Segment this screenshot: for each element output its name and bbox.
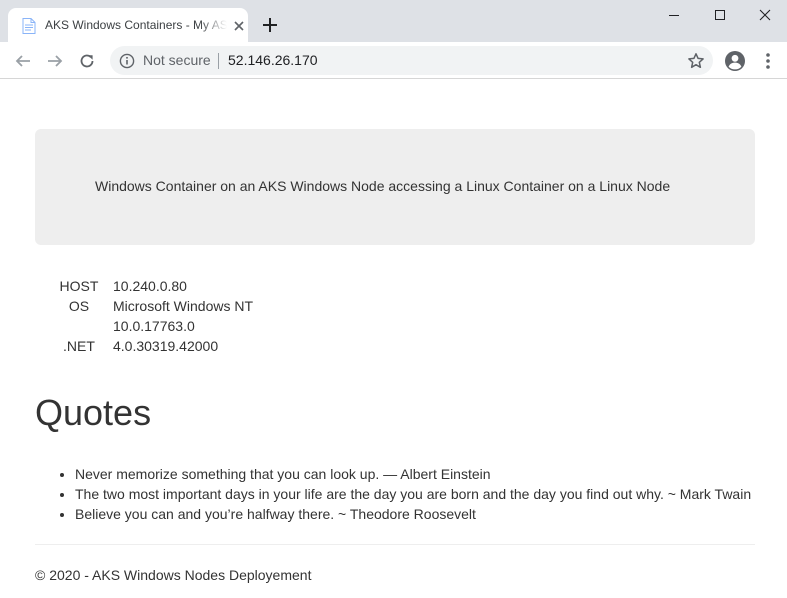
maximize-button[interactable]: [697, 0, 743, 30]
address-bar[interactable]: Not secure 52.146.26.170: [110, 46, 713, 75]
close-window-button[interactable]: [742, 0, 787, 30]
info-value: Microsoft Windows NT: [113, 298, 254, 314]
back-button[interactable]: [12, 50, 34, 72]
document-icon: [22, 18, 36, 34]
info-row: .NET 4.0.30319.42000: [45, 336, 253, 356]
footer-copyright: © 2020 - AKS Windows Nodes Deployement: [35, 567, 312, 583]
maximize-icon: [715, 10, 725, 20]
reload-button[interactable]: [76, 50, 98, 72]
forward-button[interactable]: [44, 50, 66, 72]
info-row: OS Microsoft Windows NT: [45, 296, 253, 316]
minimize-button[interactable]: [651, 0, 697, 30]
jumbotron-text: Windows Container on an AKS Windows Node…: [95, 178, 671, 194]
browser-tab[interactable]: AKS Windows Containers - My ASP.NET Appl…: [8, 8, 248, 42]
arrow-left-icon: [15, 55, 30, 67]
footer-divider: [35, 544, 755, 545]
omnibox-divider: [218, 53, 219, 69]
browser-toolbar: Not secure 52.146.26.170: [0, 42, 787, 79]
quotes-heading: Quotes: [35, 392, 152, 433]
host-info-table: HOST 10.240.0.80 OS Microsoft Windows NT 10.…: [45, 276, 253, 356]
info-key: .NET: [63, 338, 95, 354]
info-row: 10.0.17763.0: [45, 316, 253, 336]
info-key: OS: [68, 298, 90, 314]
minimize-icon: [669, 15, 679, 16]
kebab-menu-icon[interactable]: [760, 51, 776, 71]
plus-icon[interactable]: [261, 16, 279, 34]
close-window-icon: [759, 9, 771, 21]
jumbotron: Windows Container on an AKS Windows Node…: [35, 129, 755, 245]
info-value: 10.240.0.80: [113, 278, 187, 294]
url-text[interactable]: 52.146.26.170: [228, 52, 318, 69]
arrow-right-icon: [48, 55, 63, 67]
reload-icon: [80, 54, 94, 68]
star-icon[interactable]: [687, 52, 705, 70]
security-label[interactable]: Not secure: [143, 52, 211, 69]
tab-title: AKS Windows Containers - My ASP.NET Appl…: [45, 18, 227, 32]
info-value: 4.0.30319.42000: [113, 338, 219, 354]
info-key: HOST: [59, 278, 99, 294]
info-key: [45, 316, 113, 336]
account-icon[interactable]: [724, 50, 746, 72]
page-content: Windows Container on an AKS Windows Node…: [0, 80, 787, 598]
info-icon[interactable]: [119, 53, 135, 69]
quote-item: Believe you can and you’re halfway there…: [75, 504, 775, 524]
quotes-list: Never memorize something that you can lo…: [75, 464, 775, 524]
info-value: 10.0.17763.0: [113, 318, 195, 334]
quote-item: Never memorize something that you can lo…: [75, 464, 775, 484]
close-icon[interactable]: [231, 18, 247, 34]
quote-item: The two most important days in your life…: [75, 484, 775, 504]
info-row: HOST 10.240.0.80: [45, 276, 253, 296]
browser-titlebar: AKS Windows Containers - My ASP.NET Appl…: [0, 0, 787, 42]
